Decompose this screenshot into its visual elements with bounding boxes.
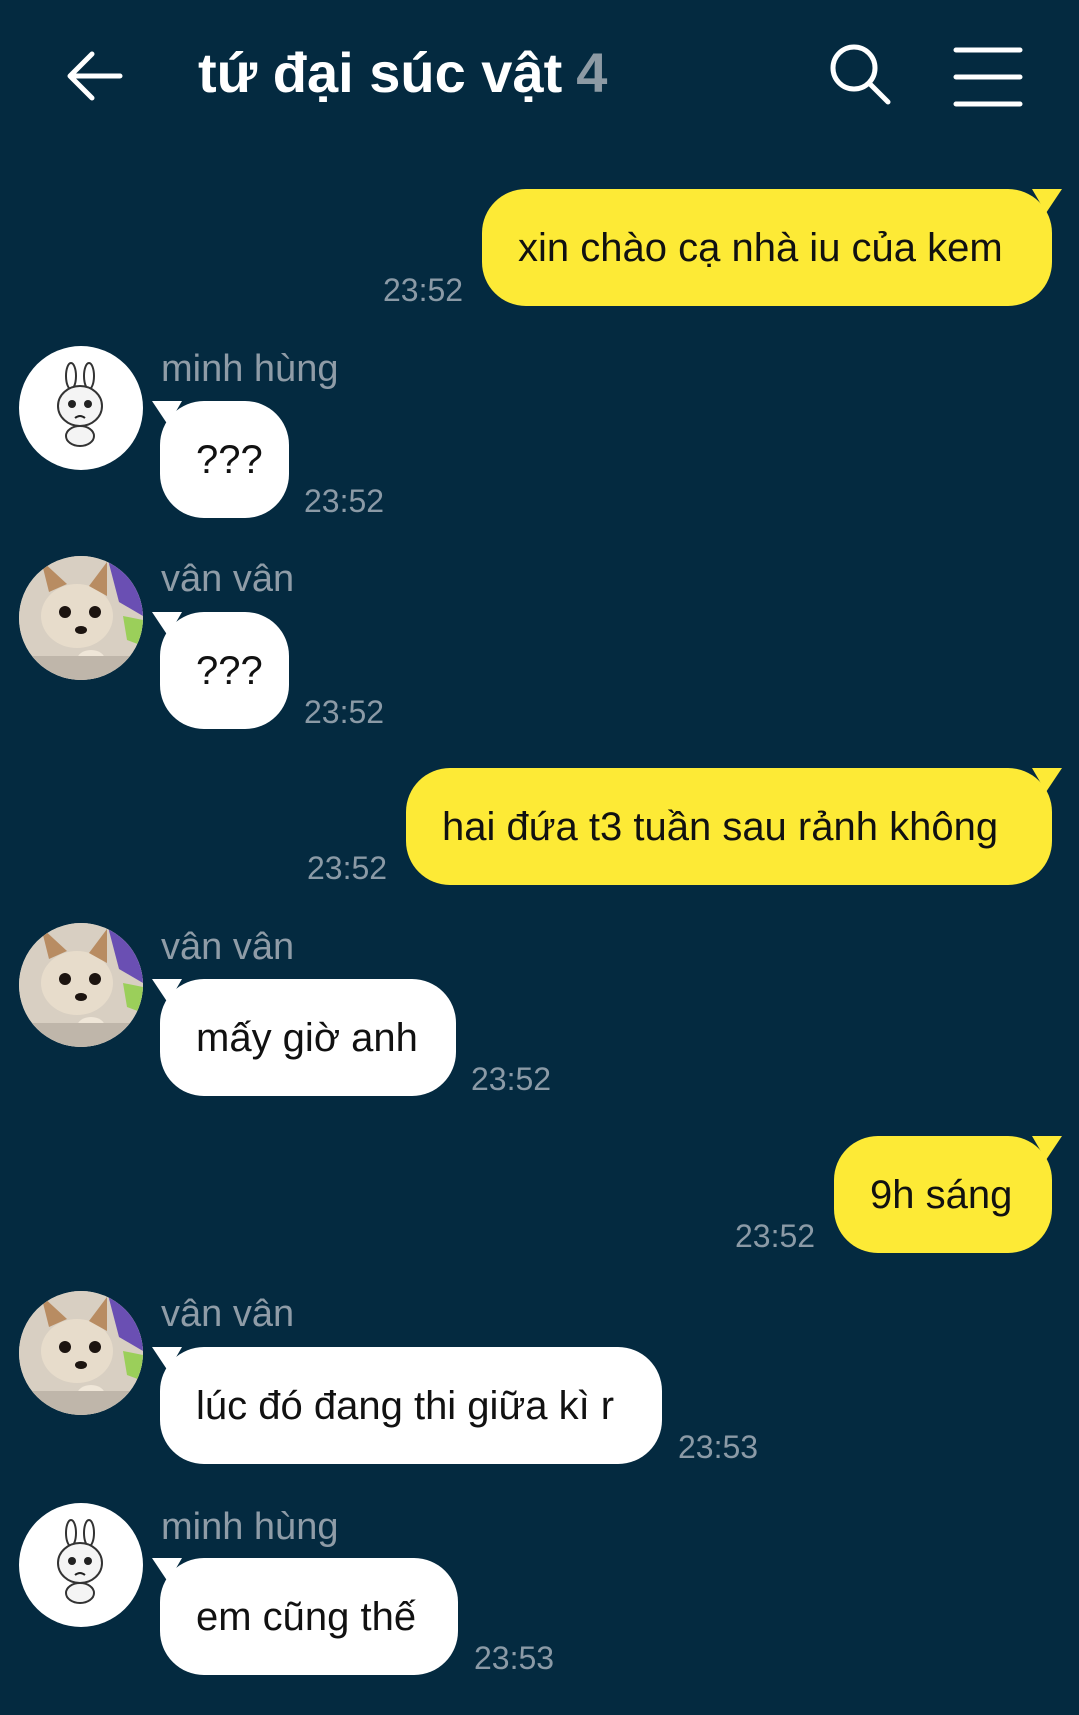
message-bubble[interactable]: em cũng thế	[160, 1558, 458, 1675]
message-time: 23:52	[307, 850, 388, 886]
search-button[interactable]	[826, 40, 896, 110]
hamburger-menu-icon	[953, 47, 1023, 107]
message-time: 23:52	[471, 1061, 552, 1097]
bubble-tail	[1032, 1136, 1062, 1160]
bubble-tail	[1032, 768, 1062, 792]
group-name: tứ đại súc vật	[198, 41, 563, 104]
avatar[interactable]	[19, 346, 143, 470]
message-bubble[interactable]: ???	[160, 401, 289, 518]
avatar[interactable]	[19, 923, 143, 1047]
message-text: mấy giờ anh	[196, 1015, 418, 1060]
message-time: 23:53	[678, 1429, 759, 1465]
message-time: 23:52	[304, 694, 385, 730]
avatar[interactable]	[19, 1291, 143, 1415]
sender-name: vân vân	[161, 926, 295, 968]
dog-avatar-icon	[19, 923, 143, 1047]
sender-name: vân vân	[161, 1293, 295, 1335]
message-bubble[interactable]: hai đứa t3 tuần sau rảnh không	[406, 768, 1052, 885]
rabbit-avatar-icon	[57, 1519, 103, 1604]
message-bubble[interactable]: ???	[160, 612, 289, 729]
avatar[interactable]	[19, 556, 143, 680]
back-button[interactable]	[62, 42, 132, 112]
message-text: ???	[196, 437, 263, 482]
sender-name: minh hùng	[161, 348, 339, 390]
message-bubble[interactable]: mấy giờ anh	[160, 979, 456, 1096]
sender-name: minh hùng	[161, 1506, 339, 1548]
avatar[interactable]	[19, 1503, 143, 1627]
message-time: 23:52	[304, 483, 385, 519]
message-text: ???	[196, 648, 263, 693]
message-time: 23:53	[474, 1640, 555, 1676]
message-text: em cũng thế	[196, 1594, 417, 1639]
message-time: 23:52	[735, 1218, 816, 1254]
member-count: 4	[576, 41, 608, 104]
arrow-left-icon	[67, 51, 123, 101]
rabbit-avatar-icon	[57, 362, 103, 447]
chat-title: tứ đại súc vật 4	[198, 40, 607, 105]
message-bubble[interactable]: lúc đó đang thi giữa kì r	[160, 1347, 662, 1464]
menu-button[interactable]	[950, 42, 1026, 112]
chat-header: tứ đại súc vật 4	[0, 0, 1079, 160]
search-icon	[830, 44, 891, 105]
dog-avatar-icon	[19, 1291, 143, 1415]
message-bubble[interactable]: xin chào cạ nhà iu của kem	[482, 189, 1052, 306]
dog-avatar-icon	[19, 556, 143, 680]
message-text: hai đứa t3 tuần sau rảnh không	[442, 804, 999, 849]
bubble-tail	[1032, 189, 1062, 213]
message-time: 23:52	[383, 272, 464, 308]
message-text: xin chào cạ nhà iu của kem	[518, 225, 1003, 270]
sender-name: vân vân	[161, 558, 295, 600]
message-text: lúc đó đang thi giữa kì r	[196, 1383, 615, 1428]
message-bubble[interactable]: 9h sáng	[834, 1136, 1052, 1253]
message-text: 9h sáng	[870, 1172, 1013, 1217]
